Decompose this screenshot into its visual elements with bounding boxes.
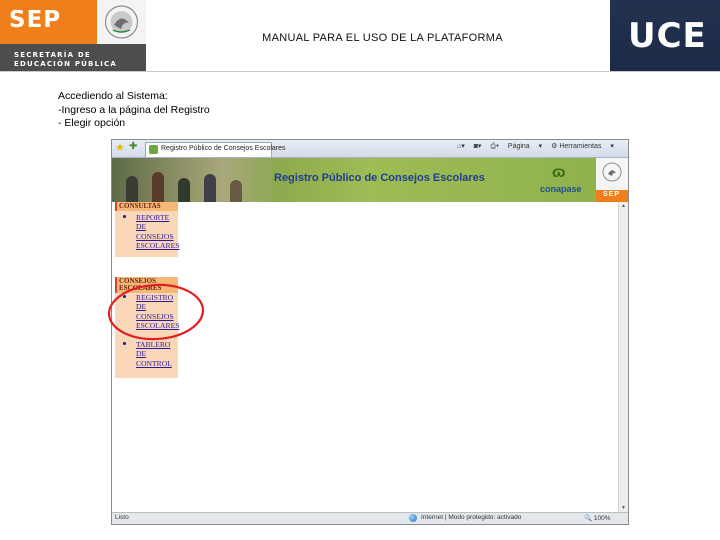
feeds-icon[interactable]: ◙▾ [474,143,482,150]
instructions-line1: Accediendo al Sistema: [58,90,168,102]
page-title: MANUAL PARA EL USO DE LA PLATAFORMA [262,32,503,44]
page-menu[interactable]: Página ▾ [508,143,542,150]
menu-link-line: REPORTE [136,213,170,222]
browser-command-bar: ⌂▾ ◙▾ ⎙▾ Página ▾ ⚙ Herramientas ▾ [457,142,621,151]
uce-logo: UCE [610,0,720,72]
browser-tab-label: Registro Público de Consejos Escolares [161,145,286,152]
menu-consultas: CONSULTAS REPORTE DE CONSEJOS ESCOLARES [115,202,179,257]
internet-zone-icon [409,514,417,522]
instructions-line3: - Elegir opción [58,117,126,129]
mexico-seal-icon [602,162,622,182]
tools-menu-label: Herramientas [559,143,602,150]
sep-logo: SEP SECRETARÍA DE EDUCACIÓN PÚBLICA [0,0,146,72]
menu-link-label: TABLERO DE CONTROL [136,340,172,368]
menu-link-reporte-consejos[interactable]: REPORTE DE CONSEJOS ESCOLARES [123,213,179,253]
zoom-level-value: 100% [593,515,611,522]
menu-link-line: ESCOLARES [136,241,180,251]
photo-person [178,178,190,202]
menu-consejos-escolares: CONSEJOS ESCOLARES REGISTRO DE CONSEJOS … [115,277,179,378]
instructions-line2: -Ingreso a la página del Registro [58,103,210,116]
conapase-swirl-icon: ɷ [552,164,566,181]
menu-link-label: REPORTE DE CONSEJOS ESCOLARES [136,213,179,251]
page-scrollbar[interactable]: ▲ ▼ [618,202,628,513]
menu-link-line: DE [136,302,147,312]
photo-person [204,174,216,202]
menu-header-consejos-line2: ESCOLARES [119,284,162,292]
menu-link-tablero-control[interactable]: TABLERO DE CONTROL [123,340,177,370]
zoom-level[interactable]: 🔍 100% [584,514,611,522]
bullet-icon [123,295,126,298]
page-menu-label: Página [507,143,530,150]
menu-link-line: DE [136,349,147,359]
photo-person [152,172,164,202]
sep-logo-text: SEP [9,7,62,33]
menu-link-label: REGISTRO DE CONSEJOS ESCOLARES [136,293,179,331]
scroll-up-icon[interactable]: ▲ [620,203,627,210]
menu-link-line: TABLERO [136,340,171,349]
browser-toolbar: ★ ✚ Registro Público de Consejos Escolar… [112,140,628,158]
sep-mini-text: SEP [603,191,621,198]
sep-subtitle-line1: SECRETARÍA DE [14,51,91,59]
sep-mini-bar: SEP [596,190,628,202]
photo-person [230,180,242,202]
bullet-icon [123,215,126,218]
menu-header-consultas: CONSULTAS [115,202,178,211]
menu-link-line: DE [136,222,147,232]
menu-link-registro-consejos[interactable]: REGISTRO DE CONSEJOS ESCOLARES [123,293,179,333]
favorites-star-icon[interactable]: ★ [115,141,125,154]
menu-link-line: CONSEJOS [136,311,174,321]
menu-link-line: ESCOLARES [136,321,180,331]
photo-person [126,176,138,202]
site-title: Registro Público de Consejos Escolares [274,172,485,184]
print-icon[interactable]: ⎙▾ [490,143,499,150]
uce-logo-text: UCE [628,16,707,56]
header-divider [0,71,720,72]
instructions: Accediendo al Sistema: -Ingreso a la pág… [58,90,210,131]
bullet-icon [123,342,126,345]
browser-statusbar: Listo Internet | Modo protegido: activad… [112,512,628,524]
menu-link-line: REGISTRO [136,293,174,302]
sep-logo-block: SEP [0,0,97,44]
sep-subtitle-line2: EDUCACIÓN PÚBLICA [14,60,117,68]
security-zone-text: Internet | Modo protegido: activado [421,514,522,521]
browser-tab[interactable]: Registro Público de Consejos Escolares [145,142,286,157]
tab-favicon-icon [149,145,158,154]
menu-link-line: CONSEJOS [136,231,174,241]
sep-subtitle: SECRETARÍA DE EDUCACIÓN PÚBLICA [0,44,146,72]
scroll-down-icon[interactable]: ▼ [620,505,627,512]
conapase-logo-text: conapase [540,184,582,194]
menu-link-line: CONTROL [136,358,172,368]
conapase-logo: ɷ conapase [540,164,582,198]
status-text: Listo [115,514,129,521]
home-icon[interactable]: ⌂▾ [457,143,465,150]
sep-mini-logo: SEP [596,158,628,202]
add-favorite-icon[interactable]: ✚ [129,141,137,152]
menu-header-consultas-label: CONSULTAS [119,202,161,210]
mexico-seal-icon [97,0,146,44]
banner-photo [112,158,272,202]
menu-header-consejos: CONSEJOS ESCOLARES [115,277,178,293]
site-banner: Registro Público de Consejos Escolares ɷ… [112,158,628,202]
browser-screenshot: ★ ✚ Registro Público de Consejos Escolar… [111,139,629,525]
tools-menu[interactable]: ⚙ Herramientas ▾ [551,143,614,150]
